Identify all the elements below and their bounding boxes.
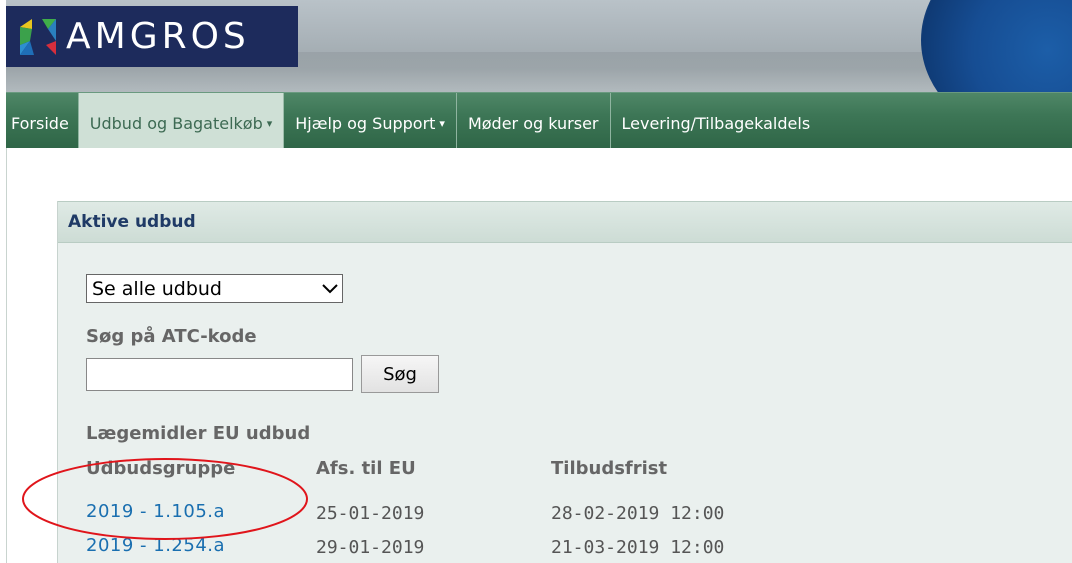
logo-text: AMGROS [66,16,250,57]
table-cell: 29-01-2019 [316,537,425,558]
chevron-down-icon: ▾ [266,117,273,130]
annotation-ellipse [22,458,308,540]
nav-item-moeder[interactable]: Møder og kurser [457,93,611,148]
search-button[interactable]: Søg [361,355,439,393]
nav-item-label: Levering/Tilbagekaldels [621,114,811,133]
panel-title: Aktive udbud [68,212,196,232]
select-value: Se alle udbud [92,277,222,300]
column-header-tilbudsfrist: Tilbudsfrist [551,458,668,479]
table-cell: 28-02-2019 12:00 [551,503,725,524]
table-cell: 25-01-2019 [316,503,425,524]
nav-item-label: Hjælp og Support [295,114,436,133]
nav-item-forside[interactable]: Forside [6,93,79,148]
tender-filter-select[interactable]: Se alle udbud [86,274,343,303]
table-cell: 21-03-2019 12:00 [551,537,725,558]
banner-decoration [921,0,1072,92]
column-header-afs-til-eu: Afs. til EU [316,458,416,479]
section-label: Lægemidler EU udbud [86,423,311,444]
nav-item-label: Forside [11,114,69,133]
nav-item-udbud[interactable]: Udbud og Bagatelkøb ▾ [78,93,285,148]
panel-header: Aktive udbud [58,201,1072,243]
nav-item-levering[interactable]: Levering/Tilbagekaldels [611,93,822,148]
chevron-down-icon: ▾ [439,117,445,130]
atc-search-input[interactable] [86,358,353,391]
main-nav: Forside Udbud og Bagatelkøb ▾ Hjælp og S… [6,92,1072,148]
nav-item-label: Møder og kurser [467,114,599,133]
header-banner: AMGROS [6,0,1072,92]
atc-search-label: Søg på ATC-kode [86,326,257,347]
nav-item-label: Udbud og Bagatelkøb [89,114,263,133]
amgros-logo[interactable]: AMGROS [6,6,298,67]
nav-item-hjaelp[interactable]: Hjælp og Support ▾ [284,93,457,148]
logo-mark-icon [20,18,56,55]
chevron-down-icon [318,275,342,302]
content-border [6,148,7,563]
